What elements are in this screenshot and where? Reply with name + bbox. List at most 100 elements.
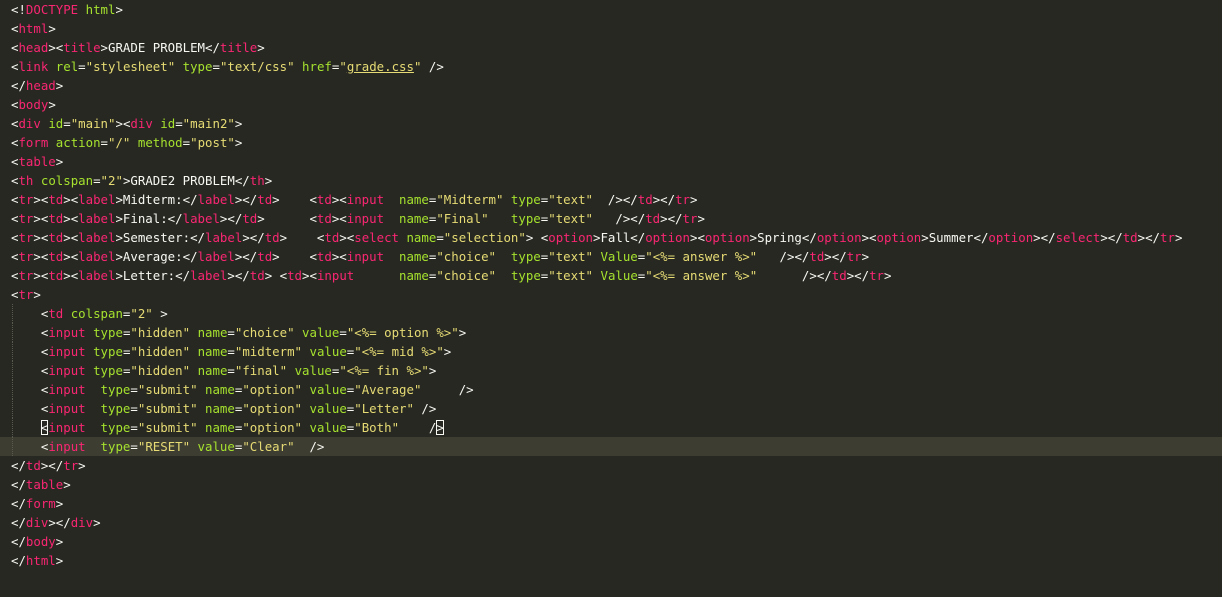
code-line[interactable]: <input type="submit" name="option" value… [0, 380, 1222, 399]
tag-name: td [645, 211, 661, 226]
code-line[interactable]: <tr><td><label>Final:</label></td> <td><… [0, 209, 1222, 228]
tag-name: label [190, 268, 228, 283]
code-line[interactable]: </head> [0, 76, 1222, 95]
code-text: > [1174, 230, 1183, 245]
code-text: > [428, 363, 437, 378]
code-text: > [884, 268, 892, 283]
code-text: <! [11, 2, 26, 17]
code-text: >< [33, 192, 49, 207]
attribute-name: Value [600, 268, 638, 283]
attribute-name: type [510, 211, 541, 226]
attribute-value: "submit" [137, 420, 198, 435]
tag-name: tr [18, 192, 34, 207]
code-text: >Fall</ [593, 230, 646, 245]
code-line[interactable]: <input type="submit" name="option" value… [0, 418, 1222, 437]
code-line[interactable]: <th colspan="2">GRADE2 PROBLEM</th> [0, 171, 1222, 190]
tag-name: label [182, 211, 220, 226]
code-text: > [48, 97, 56, 112]
tag-name: td [48, 192, 64, 207]
code-text: ></ [1100, 230, 1123, 245]
attribute-value: "option" [242, 401, 303, 416]
code-text: = [182, 135, 191, 150]
tag-name: form [18, 135, 49, 150]
tag-name: html [25, 553, 56, 568]
code-text: > [234, 135, 243, 150]
code-line[interactable]: <input type="hidden" name="midterm" valu… [0, 342, 1222, 361]
code-text: /> [421, 382, 474, 397]
attribute-value: "text" [548, 192, 593, 207]
attribute-value: "Letter" [354, 401, 414, 416]
code-line[interactable]: <html> [0, 19, 1222, 38]
code-line[interactable]: <!DOCTYPE html> [0, 0, 1222, 19]
code-text: < [11, 363, 49, 378]
tag-name: option [704, 230, 750, 245]
tag-name: td [287, 268, 303, 283]
code-line[interactable]: <input type="hidden" name="choice" value… [0, 323, 1222, 342]
code-text: </ [11, 553, 26, 568]
code-line[interactable]: <tr><td><label>Midterm:</label></td> <td… [0, 190, 1222, 209]
tag-name: input [48, 401, 86, 416]
code-editor[interactable]: <!DOCTYPE html> <html> <head><title>GRADE … [0, 0, 1222, 597]
tag-name: input [48, 363, 86, 378]
code-line[interactable]: </div></div> [0, 513, 1222, 532]
tag-name: td [25, 458, 41, 473]
tag-name: td [264, 230, 280, 245]
attribute-value: "option" [242, 420, 303, 435]
tag-name: td [637, 192, 653, 207]
code-text: >< [331, 211, 347, 226]
code-text: > [78, 458, 86, 473]
code-text: < [11, 344, 49, 359]
code-text: = [130, 401, 138, 416]
code-text: >< [33, 249, 49, 264]
code-line[interactable]: <div id="main"><div id="main2"> [0, 114, 1222, 133]
code-line[interactable]: </form> [0, 494, 1222, 513]
code-line[interactable]: <td colspan="2" > [0, 304, 1222, 323]
code-line[interactable]: <tr><td><label>Average:</label></td> <td… [0, 247, 1222, 266]
code-line[interactable]: <body> [0, 95, 1222, 114]
code-text: > [55, 496, 64, 511]
code-line[interactable]: <head><title>GRADE PROBLEM</title> [0, 38, 1222, 57]
code-line[interactable]: <tr><td><label>Letter:</label></td> <td>… [0, 266, 1222, 285]
code-line[interactable]: </body> [0, 532, 1222, 551]
tag-name: td [316, 249, 332, 264]
attribute-value: "<%= mid %>" [354, 344, 444, 359]
code-line[interactable]: <form action="/" method="post"> [0, 133, 1222, 152]
code-text: >< [331, 249, 347, 264]
code-line[interactable]: <table> [0, 152, 1222, 171]
code-text: > < [257, 211, 317, 226]
code-line[interactable]: <input type="hidden" name="final" value=… [0, 361, 1222, 380]
tag-name: html [18, 21, 49, 36]
code-line[interactable]: <input type="RESET" value="Clear" /> [0, 437, 1222, 456]
code-line[interactable]: </html> [0, 551, 1222, 570]
attribute-value: "text/css" [219, 59, 295, 74]
code-line[interactable]: <input type="submit" name="option" value… [0, 399, 1222, 418]
code-text: >< [63, 249, 79, 264]
tag-name: input [48, 344, 86, 359]
code-line[interactable]: </td></tr> [0, 456, 1222, 475]
code-text: /></ [757, 249, 810, 264]
code-line[interactable]: </table> [0, 475, 1222, 494]
code-text: /> [421, 59, 444, 74]
code-line[interactable]: <tr><td><label>Semester:</label></td> <t… [0, 228, 1222, 247]
attribute-value: "choice" [436, 268, 497, 283]
code-line[interactable]: <link rel="stylesheet" type="text/css" h… [0, 57, 1222, 76]
tag-name: option [816, 230, 862, 245]
attribute-name: method [137, 135, 183, 150]
tag-name: body [25, 534, 56, 549]
attribute-value: "text" [548, 249, 593, 264]
code-line[interactable]: <tr> [0, 285, 1222, 304]
code-lines[interactable]: <!DOCTYPE html> <html> <head><title>GRADE … [0, 0, 1222, 570]
tag-name: label [78, 268, 116, 283]
tag-name: tr [63, 458, 79, 473]
code-text: > [55, 154, 64, 169]
code-text: > < [272, 249, 317, 264]
code-text: >< [63, 211, 79, 226]
